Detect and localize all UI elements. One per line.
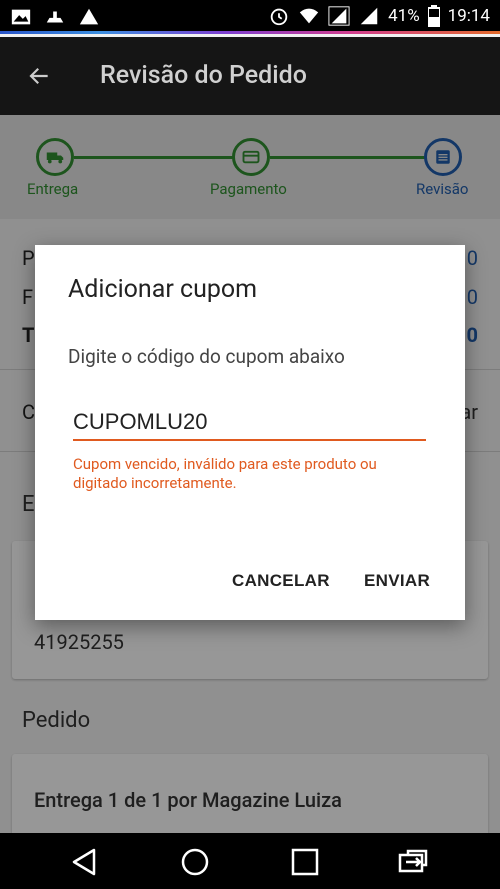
signal-icon <box>328 6 350 26</box>
dialog-message: Digite o código do cupom abaixo <box>68 345 345 368</box>
system-nav-bar <box>0 833 500 889</box>
nav-back-icon[interactable] <box>70 847 100 877</box>
status-bar: 41% 19:14 <box>0 0 500 34</box>
nav-home-icon[interactable] <box>180 847 210 877</box>
status-gradient-strip <box>0 31 500 34</box>
cancel-button[interactable]: CANCELAR <box>232 571 330 591</box>
back-arrow-icon[interactable] <box>26 63 52 89</box>
alarm-icon <box>270 8 288 26</box>
photo-icon <box>11 9 31 25</box>
page-title: Revisão do Pedido <box>100 61 307 90</box>
battery-percent: 41% <box>388 6 420 26</box>
coupon-code-input[interactable] <box>73 405 426 441</box>
signal-icon-2 <box>360 7 378 25</box>
battery-icon <box>427 5 440 27</box>
wifi-icon <box>299 8 319 24</box>
app-bar: Revisão do Pedido <box>0 37 500 115</box>
add-coupon-dialog: Adicionar cupom Digite o código do cupom… <box>35 245 465 620</box>
submit-button[interactable]: ENVIAR <box>364 571 430 591</box>
dialog-title: Adicionar cupom <box>68 275 258 304</box>
coupon-error-message: Cupom vencido, inválido para este produt… <box>73 455 377 492</box>
nav-switch-app-icon[interactable] <box>398 847 428 877</box>
clock: 19:14 <box>447 6 490 26</box>
ship-icon <box>46 11 64 23</box>
nav-recents-icon[interactable] <box>290 847 320 877</box>
warning-icon <box>79 8 99 25</box>
